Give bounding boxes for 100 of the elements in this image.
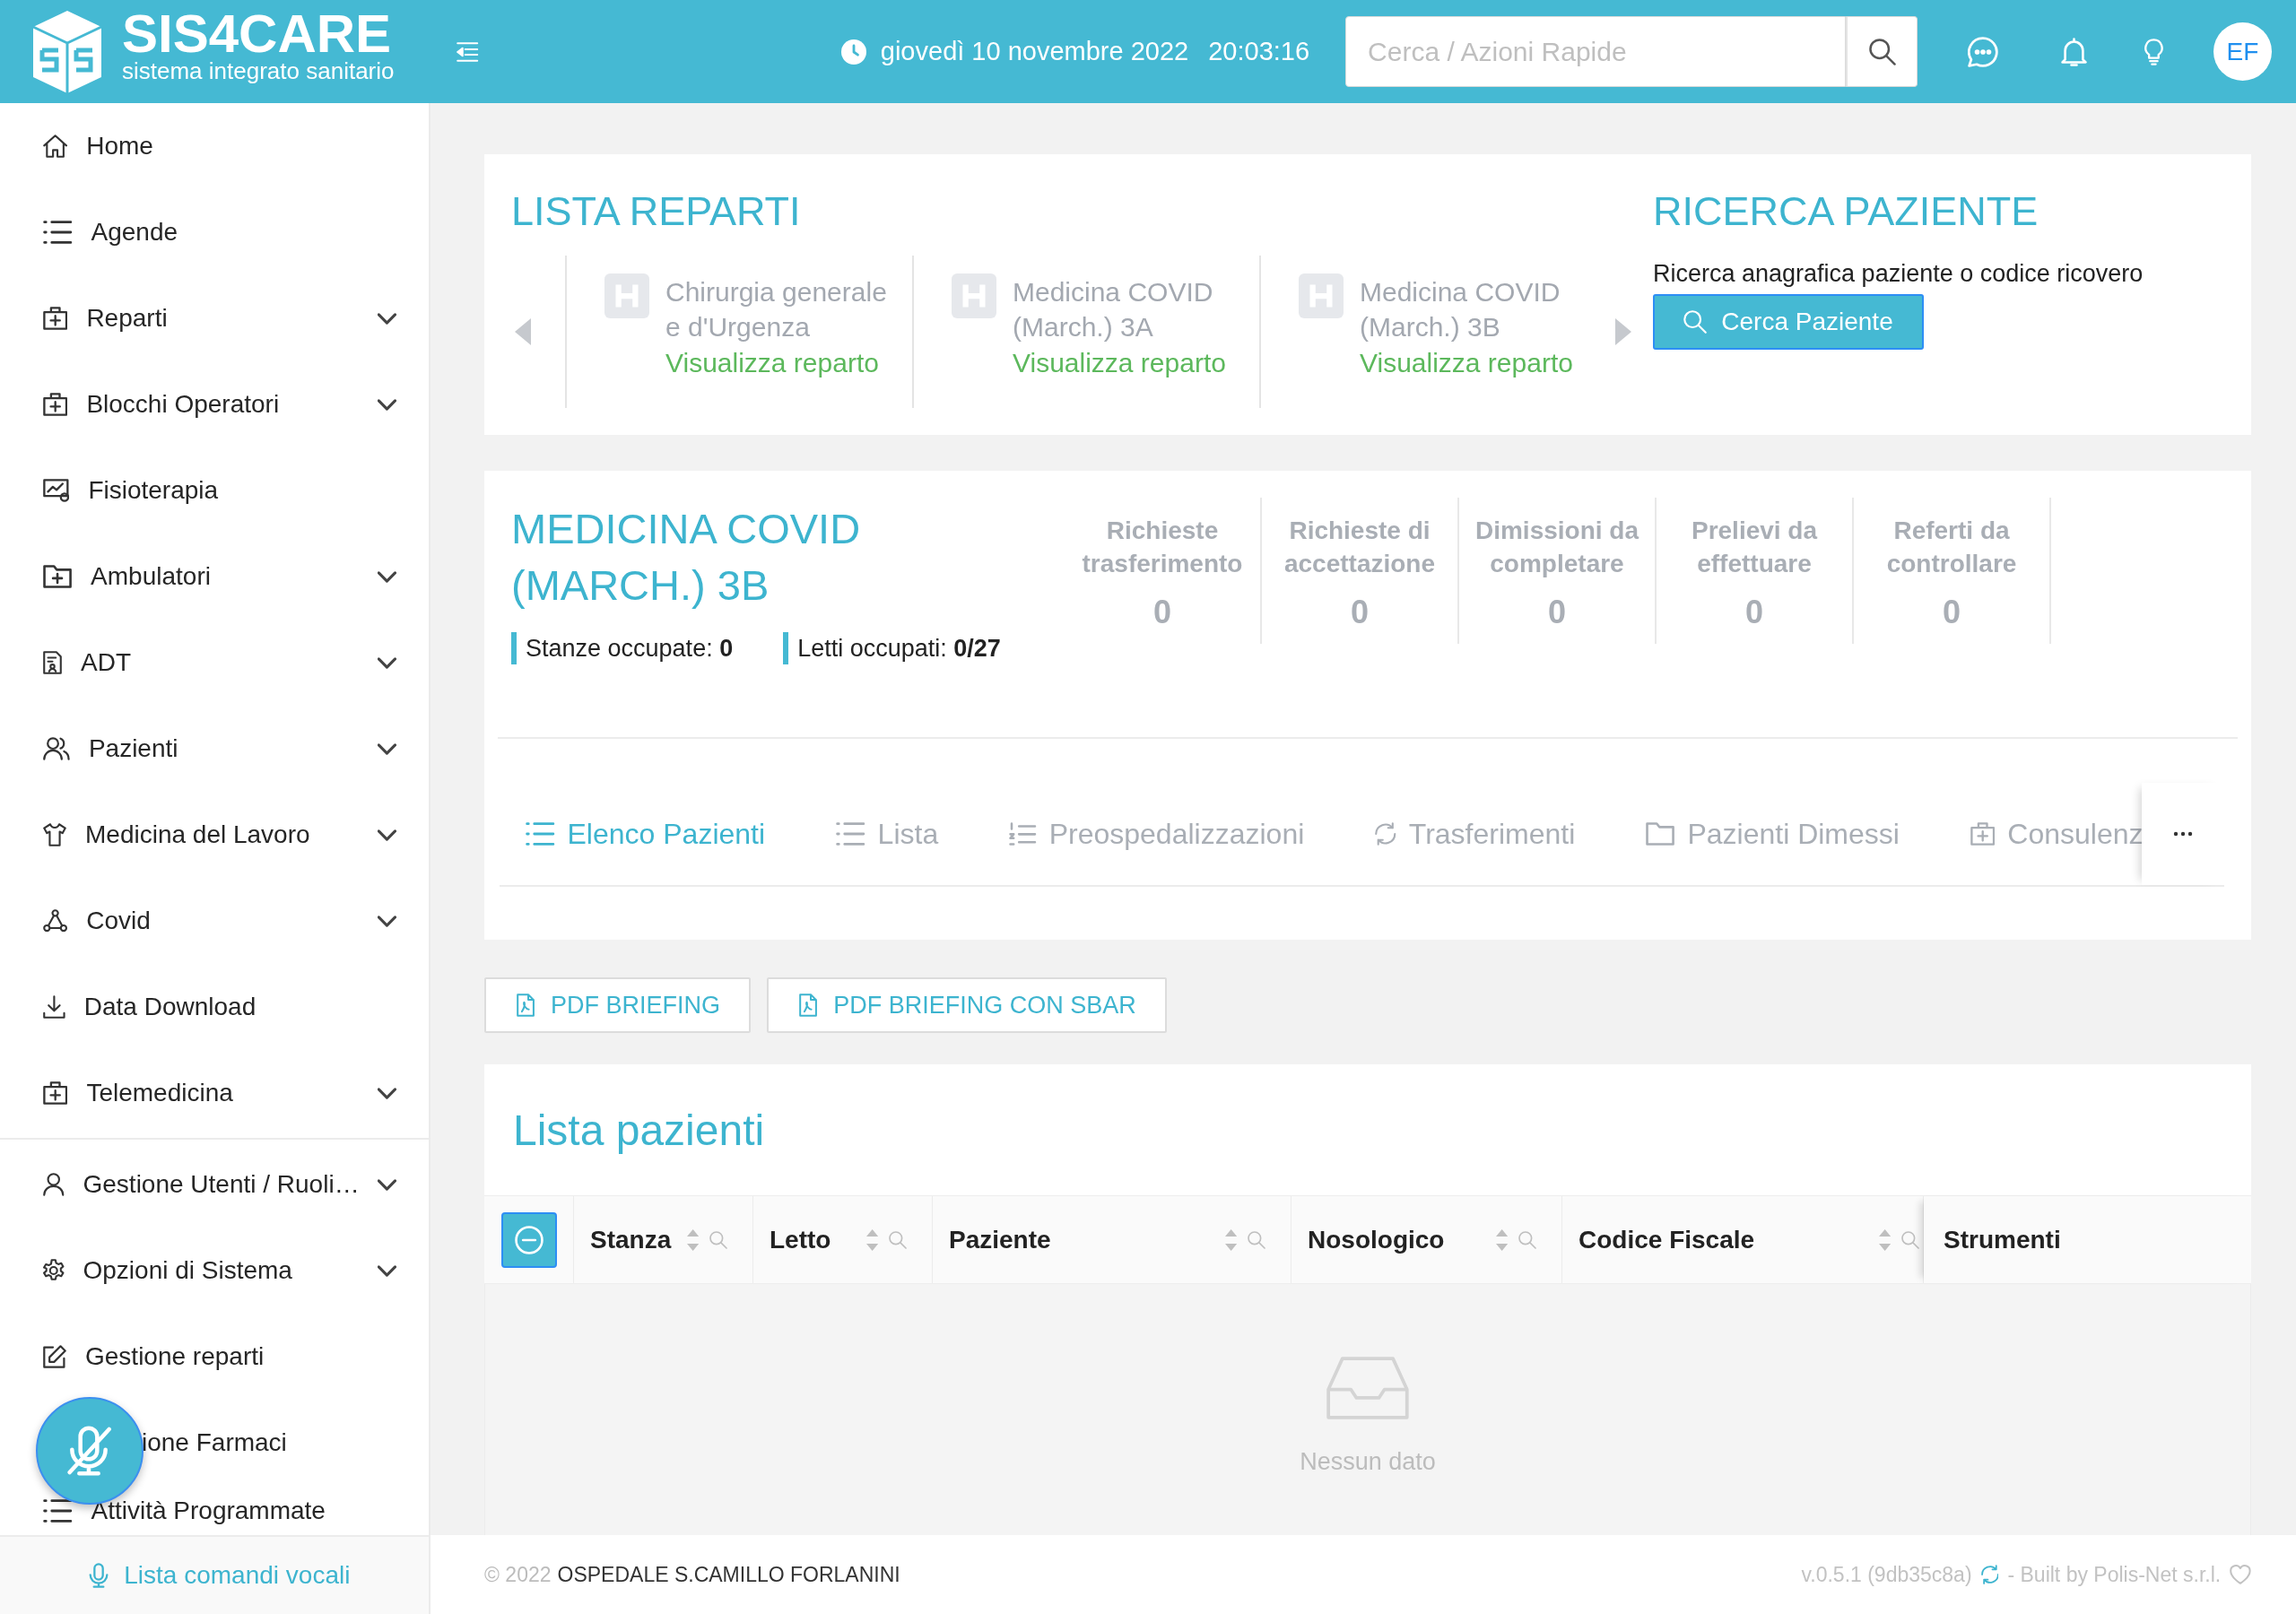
search-button[interactable] <box>1846 16 1918 87</box>
folder-plus-icon <box>43 565 73 588</box>
refresh-icon <box>1980 1565 1999 1584</box>
search-icon[interactable] <box>1248 1230 1265 1249</box>
sidebar-item[interactable]: Gestione reparti <box>0 1314 429 1400</box>
more-button[interactable] <box>2142 783 2224 885</box>
sidebar-item[interactable]: Attività Programmate <box>0 1486 429 1535</box>
stat-label: Prelievi da effettuare <box>1690 516 1819 579</box>
caret-right-icon[interactable] <box>1615 318 1631 345</box>
column-header: Nosologico <box>1308 1225 1446 1254</box>
chevron-down-icon <box>378 829 396 841</box>
stat-label: Richieste di accettazione <box>1283 516 1437 579</box>
folder-icon <box>1646 822 1675 846</box>
microphone-icon <box>87 1563 110 1588</box>
sidebar-item[interactable]: Pazienti <box>0 706 429 792</box>
stat-value: 0 <box>1152 593 1172 632</box>
department-title: MEDICINA COVID (MARCH.) 3B <box>511 504 862 611</box>
column-header: Letto <box>770 1225 832 1254</box>
search-icon[interactable] <box>1518 1230 1536 1249</box>
sidebar-item[interactable]: Fisioterapia <box>0 447 429 534</box>
credits-text: - Built by Polis-Net s.r.l. <box>2007 1562 2222 1587</box>
hospital-icon <box>1299 273 1344 318</box>
download-icon <box>43 995 65 1019</box>
chart-screen-icon <box>43 479 70 502</box>
chevron-down-icon <box>378 742 396 755</box>
section-title: LISTA REPARTI <box>511 187 802 236</box>
stat-label: Referti da controllare <box>1885 516 2018 579</box>
list-icon <box>836 822 865 846</box>
occupancy-stat: Stanze occupate: 0 <box>511 632 734 664</box>
chevron-down-icon <box>378 312 396 325</box>
menu-icon[interactable] <box>457 41 479 62</box>
search-icon <box>1868 38 1896 65</box>
medical-case-icon <box>43 393 68 416</box>
search-description: Ricerca anagrafica paziente o codice ricovero <box>1653 259 2144 289</box>
chevron-down-icon <box>378 1087 396 1099</box>
stat-value: 0 <box>1744 593 1764 632</box>
sidebar-item[interactable]: Medicina del Lavoro <box>0 792 429 878</box>
chevron-down-icon <box>378 570 396 583</box>
select-toggle-button[interactable] <box>500 1211 557 1268</box>
department-name: Medicina COVID (March.) 3A <box>1013 276 1214 343</box>
sidebar-item[interactable]: Agende <box>0 189 429 275</box>
logo-subtitle: sistema integrato sanitario <box>122 58 395 82</box>
sidebar-item[interactable]: Data Download <box>0 964 429 1050</box>
sidebar-item[interactable]: ADT <box>0 620 429 706</box>
chevron-down-icon <box>378 1264 396 1277</box>
section-title: RICERCA PAZIENTE <box>1653 187 2039 236</box>
list-icon <box>526 822 555 846</box>
more-icon <box>2173 831 2193 837</box>
pdf-file-icon <box>517 994 535 1017</box>
chevron-down-icon <box>378 656 396 669</box>
nodes-icon <box>43 909 68 933</box>
bell-icon[interactable] <box>2061 37 2088 66</box>
medical-case-icon <box>43 307 68 330</box>
pdf-file-icon <box>799 994 818 1017</box>
sort-icon[interactable] <box>1224 1228 1237 1251</box>
section-title: Lista pazienti <box>512 1105 766 1156</box>
stat-value: 0 <box>1942 593 1961 632</box>
date-text: giovedì 10 novembre 2022 <box>880 37 1189 66</box>
search-icon[interactable] <box>889 1230 907 1249</box>
search-field[interactable]: Cerca / Azioni Rapide <box>1345 16 1847 87</box>
users-icon <box>43 737 70 760</box>
column-header: Codice Fiscale <box>1578 1225 1756 1254</box>
stat-value: 0 <box>1547 593 1567 632</box>
department-name: Chirurgia generale e d'Urgenza <box>665 276 888 343</box>
sort-icon[interactable] <box>1495 1228 1508 1251</box>
lightbulb-icon[interactable] <box>2144 38 2163 65</box>
sidebar-item[interactable]: Blocchi Operatori <box>0 361 429 447</box>
sidebar-item[interactable]: Ambulatori <box>0 534 429 620</box>
caret-left-icon[interactable] <box>515 318 531 345</box>
search-icon[interactable] <box>1901 1230 1919 1249</box>
list-icon <box>43 1498 73 1523</box>
medical-case-icon <box>1970 822 1996 846</box>
sort-icon[interactable] <box>1878 1228 1891 1251</box>
sidebar-item[interactable]: Home <box>0 103 429 189</box>
sidebar-item[interactable]: Covid <box>0 878 429 964</box>
sidebar-item[interactable]: Opzioni di Sistema <box>0 1228 429 1314</box>
hospital-icon <box>952 273 996 318</box>
time-text: 20:03:16 <box>1208 37 1310 66</box>
chevron-down-icon <box>378 398 396 411</box>
shirt-icon <box>43 823 66 846</box>
heart-icon <box>2230 1565 2251 1584</box>
sidebar-item[interactable]: Gestione Utenti / Ruoli… <box>0 1141 429 1228</box>
medical-case-icon <box>43 1081 68 1105</box>
sidebar-item[interactable]: Telemedicina <box>0 1050 429 1136</box>
chat-icon[interactable] <box>1968 36 1999 67</box>
sort-icon[interactable] <box>865 1228 878 1251</box>
list-icon <box>43 221 73 244</box>
sort-icon[interactable] <box>686 1228 699 1251</box>
occupancy-stat: Letti occupati: 0/27 <box>783 632 1001 664</box>
logo-title: SIS4CARE <box>122 8 392 59</box>
numbered-list-icon <box>1009 822 1037 846</box>
user-icon <box>43 1173 65 1196</box>
sidebar-item[interactable]: Reparti <box>0 275 429 361</box>
chevron-down-icon <box>378 915 396 927</box>
search-icon[interactable] <box>709 1230 727 1249</box>
clock-icon <box>840 39 866 65</box>
copyright-text: © 2022 <box>484 1562 552 1587</box>
logo-icon <box>31 8 103 95</box>
sidebar-item[interactable]: ione Farmaci <box>0 1400 429 1486</box>
column-header: Stanza <box>590 1225 673 1254</box>
